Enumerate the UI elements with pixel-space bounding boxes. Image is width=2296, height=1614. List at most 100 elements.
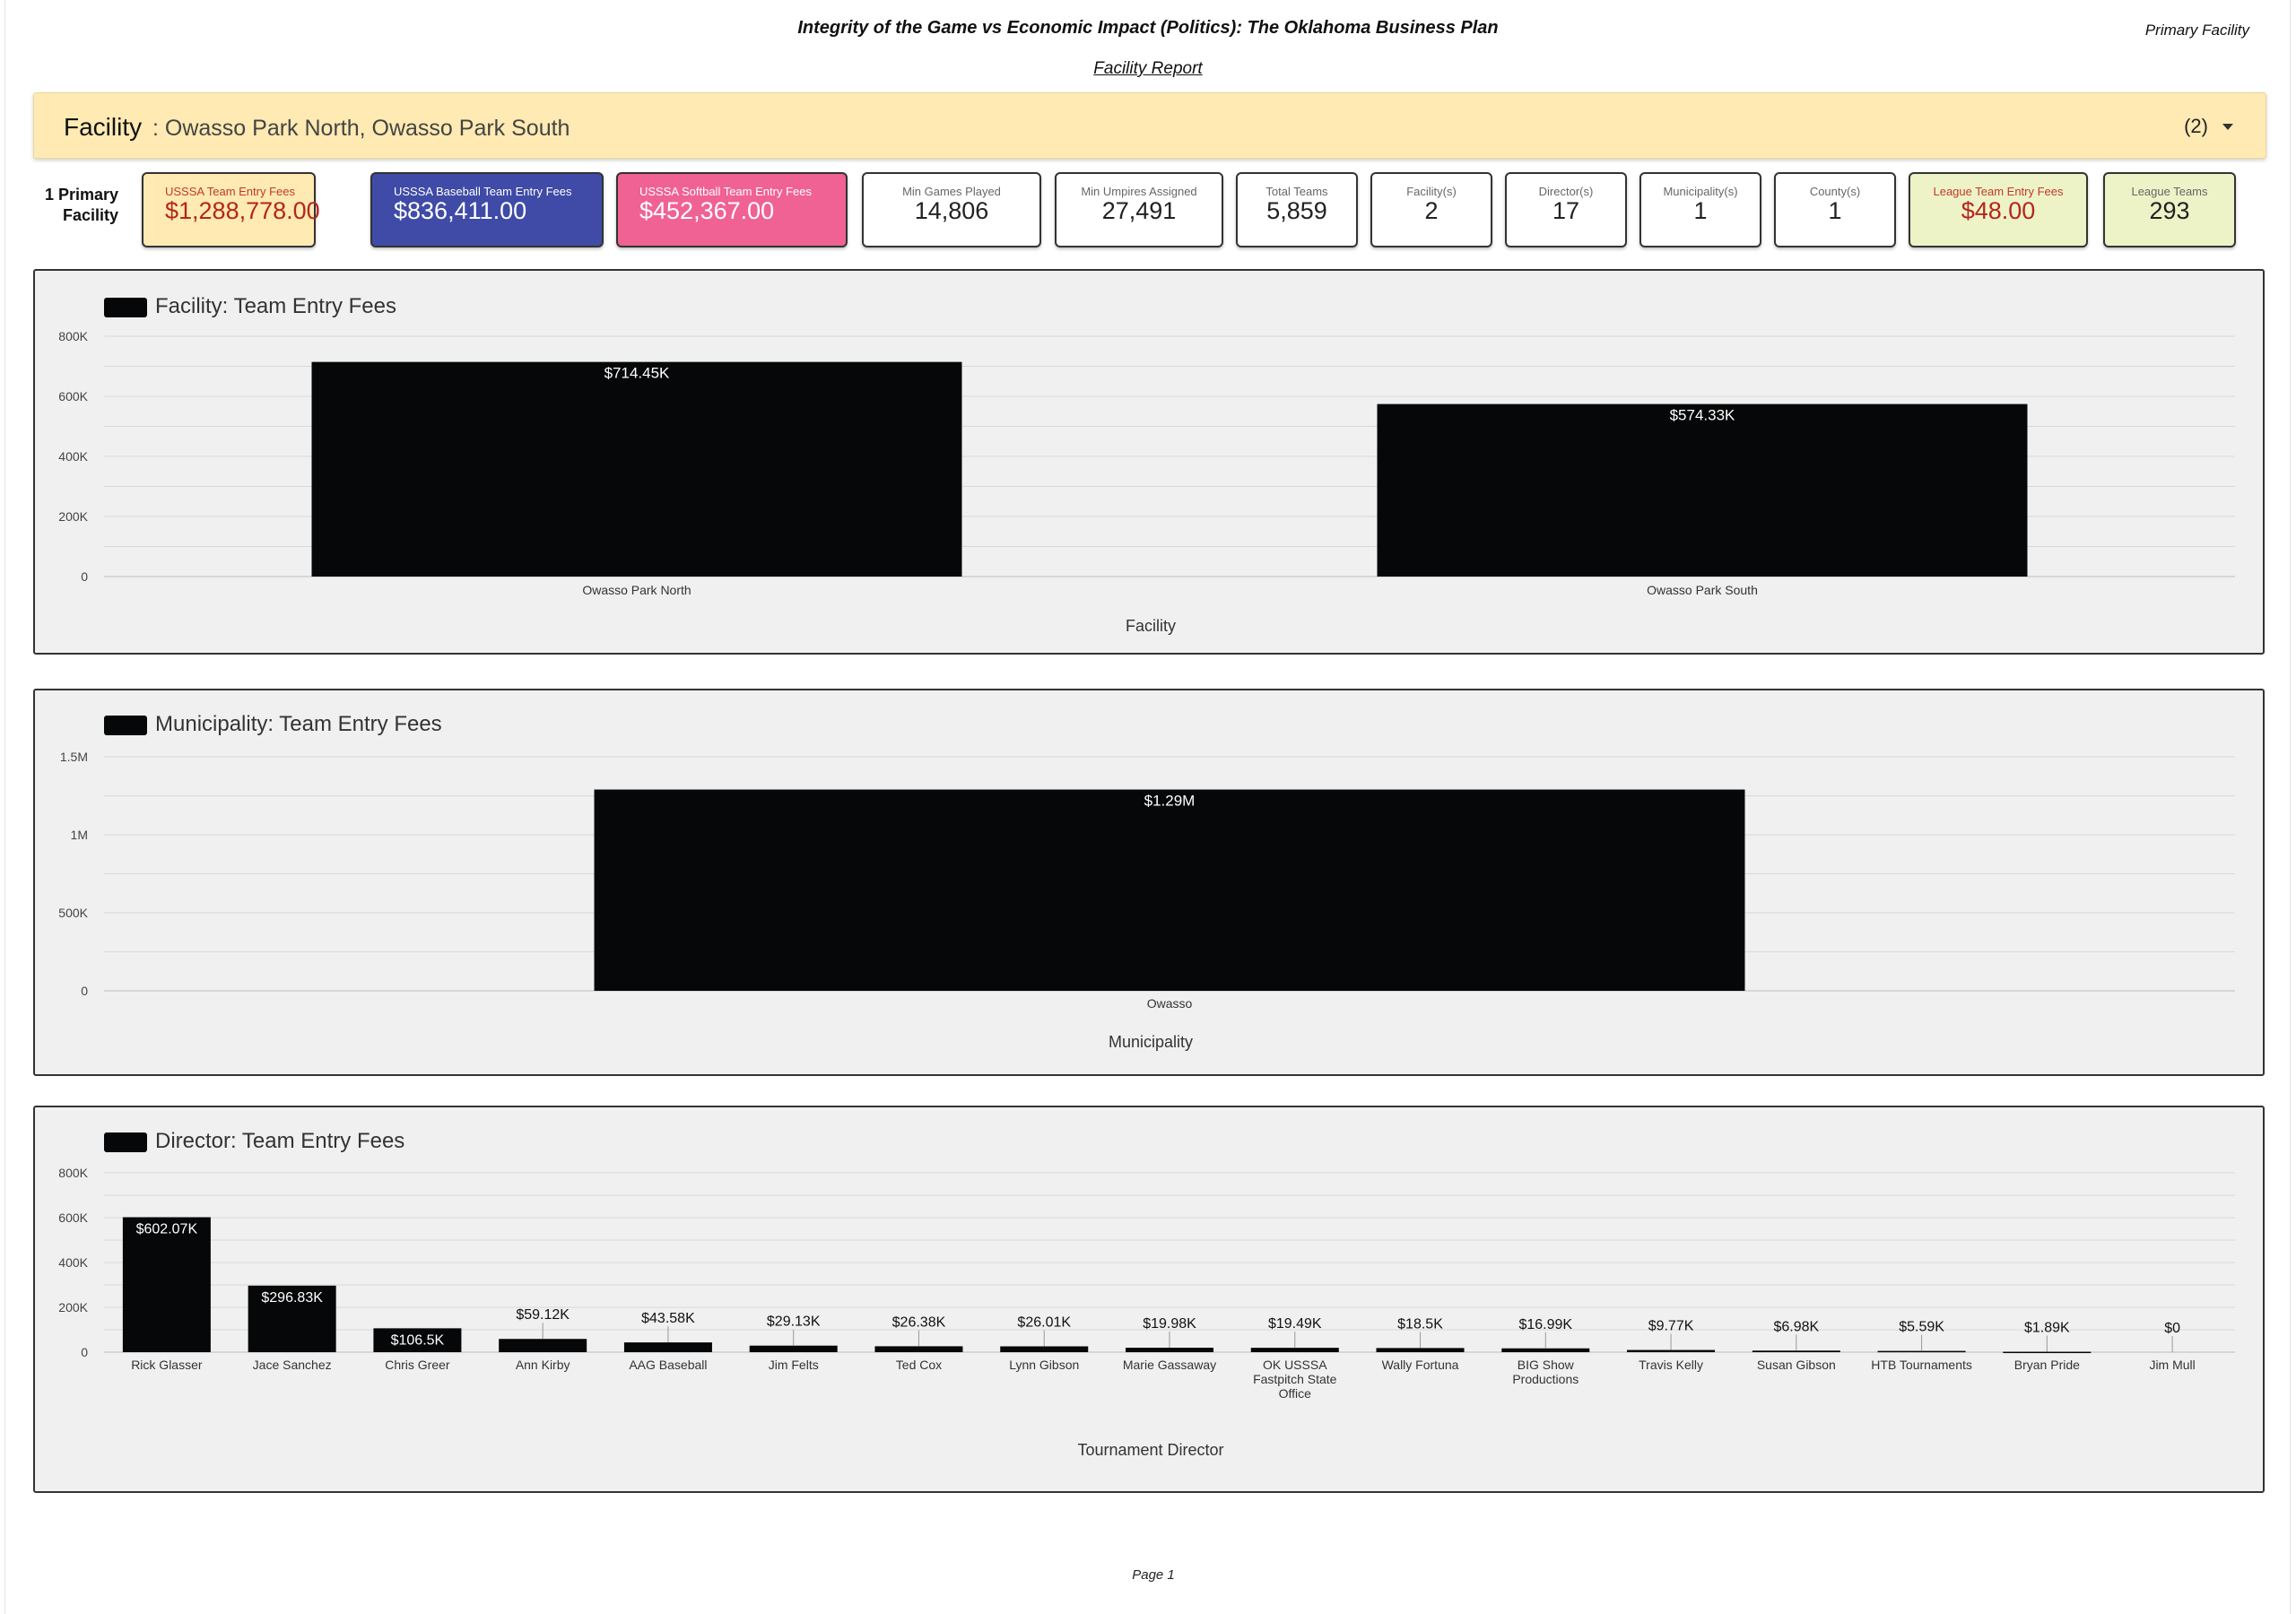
- x-tick-label: Jim Felts: [769, 1358, 819, 1372]
- kpi-label: Min Umpires Assigned: [1081, 185, 1197, 198]
- x-tick-label: Wally Fortuna: [1382, 1358, 1459, 1372]
- y-tick-label: 200K: [58, 509, 88, 524]
- bar: [122, 1217, 211, 1352]
- x-tick-label: Office: [1279, 1386, 1312, 1401]
- bar: [623, 1342, 712, 1352]
- data-label: $1.89K: [2024, 1321, 2070, 1336]
- facility-filter-label: Facility: [64, 113, 143, 141]
- kpi-value: 2: [1424, 197, 1439, 224]
- y-tick-label: 0: [81, 569, 88, 584]
- report-type-link[interactable]: Facility Report: [0, 59, 2296, 79]
- x-tick-label: Owasso: [1147, 996, 1193, 1011]
- kpi-label: Min Games Played: [902, 185, 1001, 198]
- kpi-label: Municipality(s): [1663, 185, 1738, 198]
- kpi-value: 27,491: [1101, 197, 1177, 224]
- x-tick-label: Chris Greer: [385, 1358, 450, 1372]
- bar: [2003, 1351, 2092, 1354]
- facility-chart-panel: Facility: Team Entry Fees 0 200K 400K 600K 8…: [33, 269, 2265, 655]
- kpi-municipality-count[interactable]: Municipality(s) 1: [1639, 172, 1761, 247]
- bar: [311, 361, 962, 577]
- kpi-league-team-entry-fees[interactable]: League Team Entry Fees $48.00: [1909, 172, 2088, 247]
- y-tick-label: 800K: [58, 1166, 88, 1180]
- x-tick-label: Lynn Gibson: [1009, 1358, 1079, 1372]
- x-axis-title: Municipality: [1108, 1033, 1194, 1051]
- page-border-left: [4, 0, 5, 1614]
- x-tick-label: Fastpitch State: [1253, 1372, 1337, 1386]
- y-tick-label: 1M: [71, 828, 88, 842]
- chevron-down-icon[interactable]: [2222, 124, 2233, 130]
- bar: [1501, 1348, 1590, 1352]
- bar: [1376, 1348, 1465, 1352]
- municipality-chart-panel: Municipality: Team Entry Fees 0 500K 1M 1.5…: [33, 689, 2265, 1076]
- bar: [1126, 1348, 1213, 1352]
- y-tick-label: 200K: [58, 1300, 88, 1315]
- data-label: $5.59K: [1899, 1320, 1944, 1335]
- x-tick-label: OK USSSA: [1263, 1358, 1327, 1372]
- x-tick-label: Bryan Pride: [2014, 1358, 2080, 1372]
- x-tick-label: Owasso Park South: [1647, 583, 1758, 597]
- kpi-label: Facility(s): [1406, 185, 1457, 198]
- data-label: $1.29M: [1144, 793, 1196, 810]
- kpi-label: Total Teams: [1265, 185, 1328, 198]
- data-label: $16.99K: [1518, 1317, 1572, 1332]
- y-tick-label: 0: [81, 1345, 88, 1359]
- y-tick-label: 600K: [58, 389, 88, 404]
- data-label: $0: [2164, 1321, 2180, 1336]
- kpi-total-teams[interactable]: Total Teams 5,859: [1236, 172, 1358, 247]
- x-tick-label: Susan Gibson: [1757, 1358, 1836, 1372]
- kpi-value: 1: [1693, 197, 1708, 224]
- facility-filter-value: : Owasso Park North, Owasso Park South: [152, 116, 570, 141]
- facility-filter-count[interactable]: (2): [2184, 115, 2208, 138]
- report-title: Integrity of the Game vs Economic Impact…: [797, 18, 1499, 38]
- kpi-league-teams[interactable]: League Teams 293: [2103, 172, 2236, 247]
- data-label: $574.33K: [1670, 407, 1735, 424]
- kpi-value: 17: [1552, 197, 1580, 224]
- municipality-bar-chart: 0 500K 1M 1.5M $1.29M Owasso: [58, 750, 2235, 1011]
- x-tick-label: Owasso Park North: [582, 583, 691, 597]
- kpi-county-count[interactable]: County(s) 1: [1774, 172, 1896, 247]
- x-tick-label: Jace Sanchez: [253, 1358, 332, 1372]
- kpi-value: $48.00: [1961, 197, 2036, 224]
- kpi-label: USSSA Baseball Team Entry Fees: [394, 185, 572, 198]
- x-tick-label: Ted Cox: [896, 1358, 942, 1372]
- facility-filter-bar[interactable]: Facility : Owasso Park North, Owasso Par…: [33, 92, 2266, 159]
- bar: [499, 1339, 587, 1352]
- y-tick-label: 400K: [58, 449, 88, 464]
- kpi-value: 1: [1828, 197, 1842, 224]
- y-tick-label: 1.5M: [60, 750, 88, 764]
- director-bar-chart: 0 200K 400K 600K 800K $602.07K Rick Glasser $29…: [58, 1166, 2235, 1401]
- x-axis-title: Tournament Director: [1077, 1441, 1224, 1459]
- x-tick-label: BIG Show: [1518, 1358, 1575, 1372]
- y-tick-label: 0: [81, 984, 88, 998]
- x-tick-label: Jim Mull: [2149, 1358, 2195, 1372]
- data-label: $19.98K: [1143, 1316, 1196, 1332]
- bar: [1627, 1349, 1716, 1352]
- kpi-min-games-played[interactable]: Min Games Played 14,806: [862, 172, 1041, 247]
- kpi-baseball-team-entry-fees[interactable]: USSSA Baseball Team Entry Fees $836,411.…: [370, 172, 604, 247]
- kpi-min-umpires-assigned[interactable]: Min Umpires Assigned 27,491: [1055, 172, 1223, 247]
- kpi-label: League Team Entry Fees: [1933, 185, 2064, 198]
- primary-facility-count: 1 Primary Facility: [41, 185, 118, 226]
- primary-count-line2: Facility: [62, 206, 118, 224]
- bar: [1752, 1350, 1840, 1352]
- data-label: $714.45K: [604, 365, 670, 382]
- kpi-usssa-team-entry-fees[interactable]: USSSA Team Entry Fees $1,288,778.00: [142, 172, 320, 247]
- kpi-value: $836,411.00: [394, 197, 527, 224]
- kpi-director-count[interactable]: Director(s) 17: [1505, 172, 1627, 247]
- x-tick-label: Travis Kelly: [1639, 1358, 1703, 1372]
- primary-facility-label: Primary Facility: [2144, 22, 2249, 39]
- data-label: $26.01K: [1017, 1315, 1071, 1330]
- primary-count-line1: 1 Primary: [44, 186, 118, 204]
- bar: [749, 1345, 838, 1352]
- data-label: $19.49K: [1268, 1316, 1322, 1332]
- data-label: $43.58K: [641, 1311, 695, 1326]
- x-tick-label: AAG Baseball: [629, 1358, 707, 1372]
- kpi-label: Director(s): [1538, 185, 1594, 198]
- kpi-facility-count[interactable]: Facility(s) 2: [1370, 172, 1492, 247]
- kpi-value: $1,288,778.00: [165, 197, 320, 224]
- kpi-value: 14,806: [914, 197, 989, 224]
- data-label: $106.5K: [391, 1332, 445, 1348]
- kpi-softball-team-entry-fees[interactable]: USSSA Softball Team Entry Fees $452,367.…: [616, 172, 848, 247]
- page-number: Page 1: [1132, 1567, 1175, 1583]
- bar: [1377, 404, 2028, 577]
